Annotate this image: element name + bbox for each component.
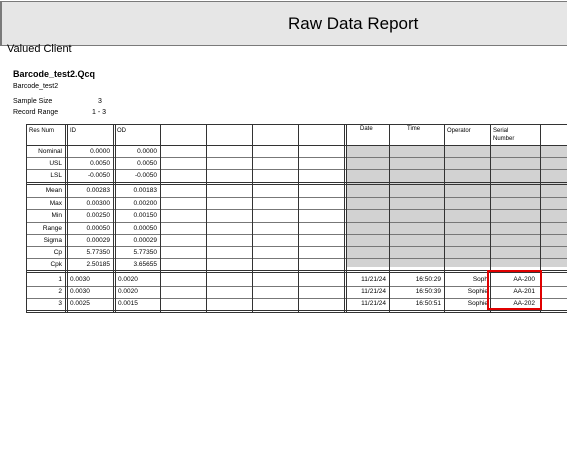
grid-line — [26, 310, 567, 311]
grid-line — [113, 124, 114, 312]
col-header-serial-number: Number — [493, 136, 515, 142]
grid-line — [344, 124, 345, 312]
row-label: USL — [49, 160, 62, 167]
cell-operator: Sophie — [467, 300, 488, 307]
cell-id: 0.0000 — [90, 148, 110, 155]
grid-line — [26, 124, 567, 125]
cell-operator: Soph — [472, 276, 488, 283]
col-header-od: OD — [117, 128, 126, 134]
cell-id: 0.00300 — [86, 200, 111, 207]
cell-id: 0.00250 — [86, 212, 111, 219]
grid-line — [65, 124, 66, 312]
col-header-res-num: Res Num — [29, 128, 55, 134]
grid-line — [444, 124, 445, 312]
grid-line — [26, 184, 567, 185]
cell-id: -0.0050 — [87, 172, 110, 179]
grid-line — [26, 222, 567, 223]
grid-line — [26, 169, 567, 170]
col-header-date: Date — [360, 126, 373, 132]
grid-line — [26, 286, 567, 287]
grid-line — [160, 124, 161, 312]
cell-date: 11/21/24 — [361, 300, 386, 307]
file-name: Barcode_test2.Qcq — [13, 69, 96, 79]
grid-line — [206, 124, 207, 312]
grid-line — [26, 298, 567, 299]
row-label: Nominal — [38, 148, 62, 155]
cell-od: 0.0020 — [118, 276, 138, 283]
cell-id: 5.77350 — [86, 249, 111, 256]
report-header-bar: Raw Data Report — [0, 1, 567, 46]
row-label: Sigma — [43, 237, 62, 244]
grid-line — [26, 145, 567, 146]
cell-od: 0.00050 — [133, 225, 158, 232]
row-label: Range — [42, 225, 62, 232]
cell-od: 0.00029 — [133, 237, 158, 244]
row-number: 1 — [58, 276, 62, 283]
cell-od: 5.77350 — [133, 249, 158, 256]
cell-od: 0.0050 — [137, 160, 157, 167]
col-header-serial: Serial — [493, 128, 509, 134]
cell-id: 0.0030 — [70, 288, 90, 295]
record-range-label: Record Range — [13, 109, 59, 116]
col-header-operator: Operator — [447, 128, 471, 134]
cell-od: 0.00200 — [133, 200, 158, 207]
row-number: 3 — [58, 300, 62, 307]
col-header-id: ID — [70, 128, 76, 134]
cell-od: 0.00150 — [133, 212, 158, 219]
cell-operator: Sophie — [467, 288, 488, 295]
grid-line — [26, 197, 567, 198]
shaded-stats-area — [346, 145, 540, 267]
grid-line — [26, 272, 567, 273]
report-title: Raw Data Report — [288, 14, 419, 33]
cell-od: -0.0050 — [134, 172, 157, 179]
cell-time: 16:50:29 — [415, 276, 441, 283]
raw-data-table: Res Num ID OD Date Time Operator Serial … — [26, 124, 567, 313]
cell-od: 0.0000 — [137, 148, 157, 155]
cell-date: 11/21/24 — [361, 288, 386, 295]
row-label: Min — [51, 212, 62, 219]
cell-od: 0.0015 — [118, 300, 138, 307]
header-left-strip — [0, 2, 2, 45]
grid-line — [298, 124, 299, 312]
cell-id: 0.0050 — [90, 160, 110, 167]
row-label: Cpk — [50, 261, 62, 268]
grid-line — [26, 209, 567, 210]
sample-size-value: 3 — [98, 98, 102, 105]
row-label: Cp — [53, 249, 62, 256]
part-name: Barcode_test2 — [13, 83, 59, 90]
record-range-value: 1 - 3 — [92, 109, 107, 116]
grid-line — [26, 182, 567, 183]
row-label: Mean — [45, 187, 62, 194]
row-label: LSL — [50, 172, 62, 179]
grid-line — [346, 124, 347, 312]
cell-id: 0.0030 — [70, 276, 90, 283]
grid-line — [389, 124, 390, 312]
row-label: Max — [49, 200, 62, 207]
cell-id: 0.00283 — [86, 187, 111, 194]
grid-line — [252, 124, 253, 312]
cell-od: 3.65655 — [133, 261, 158, 268]
cell-date: 11/21/24 — [361, 276, 386, 283]
cell-time: 16:50:51 — [415, 300, 441, 307]
cell-time: 16:50:39 — [415, 288, 441, 295]
grid-line — [26, 234, 567, 235]
grid-line — [26, 258, 567, 259]
cell-id: 0.00050 — [86, 225, 111, 232]
cell-od: 0.00183 — [133, 187, 158, 194]
cell-id: 0.00029 — [86, 237, 111, 244]
grid-line — [26, 270, 567, 271]
client-name: Valued Client — [7, 43, 72, 55]
cell-od: 0.0020 — [118, 288, 138, 295]
grid-line — [26, 312, 567, 313]
grid-line — [26, 246, 567, 247]
grid-line — [26, 157, 567, 158]
cell-id: 0.0025 — [70, 300, 90, 307]
row-number: 2 — [58, 288, 62, 295]
serial-number-highlight-box — [487, 270, 542, 310]
col-header-time: Time — [407, 126, 421, 132]
cell-id: 2.50185 — [86, 261, 111, 268]
shaded-trailing-area — [540, 145, 567, 267]
sample-size-label: Sample Size — [13, 98, 53, 105]
